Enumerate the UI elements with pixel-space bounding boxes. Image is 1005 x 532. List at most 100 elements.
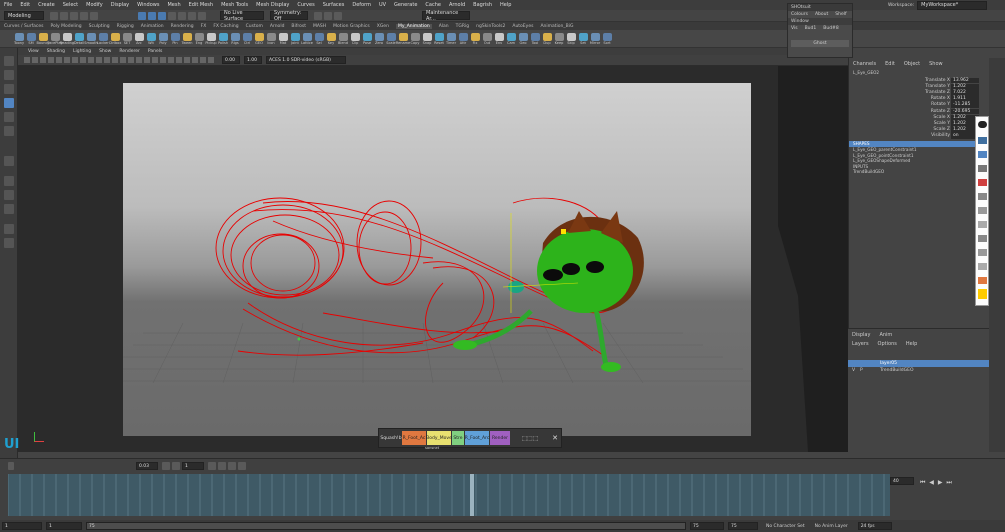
scale-tool-icon[interactable] bbox=[4, 126, 14, 136]
new-scene-icon[interactable] bbox=[50, 11, 58, 20]
tab-mash[interactable]: MASH bbox=[313, 24, 326, 29]
shelf-button[interactable]: Sort bbox=[602, 32, 612, 45]
select-hierarchy-icon[interactable] bbox=[138, 11, 146, 20]
time-field-a[interactable]: 0.03 bbox=[136, 461, 158, 470]
shelf-button[interactable]: Cam bbox=[506, 32, 516, 45]
tab-custom[interactable]: Custom bbox=[246, 24, 263, 29]
menu-uv[interactable]: UV bbox=[379, 2, 386, 8]
isolate-icon[interactable] bbox=[176, 57, 182, 63]
camera-view[interactable] bbox=[123, 83, 751, 436]
shelf-button[interactable]: Rigs bbox=[230, 32, 240, 45]
playback-controls[interactable]: ⏮ ◀ ▶ ⏭ bbox=[920, 479, 953, 487]
workspace-dropdown[interactable]: MyWorkspace* bbox=[917, 0, 988, 10]
tab-sculpting[interactable]: Sculpting bbox=[89, 24, 110, 29]
tween-icon[interactable] bbox=[238, 461, 246, 470]
layer-row[interactable]: layer05 bbox=[848, 360, 1005, 367]
single-view-icon[interactable] bbox=[4, 156, 14, 166]
hud-chip-r-foot-arc[interactable]: R_Foot_Arc bbox=[465, 431, 489, 445]
tab-animation[interactable]: Animation bbox=[141, 24, 164, 29]
menu-select[interactable]: Select bbox=[63, 2, 78, 8]
shelf-button[interactable]: Fix bbox=[470, 32, 480, 45]
render-icon[interactable] bbox=[314, 11, 322, 20]
renderer-dropdown[interactable]: Maintenance Ar... bbox=[422, 10, 470, 22]
tab-animation-big[interactable]: Animation_BiG bbox=[540, 24, 573, 29]
shelf-button[interactable]: Mirror bbox=[590, 32, 600, 45]
ambient-occlusion-icon[interactable] bbox=[144, 57, 150, 63]
hud-chip-r-foot-ac[interactable]: R_Foot_Ac bbox=[402, 431, 426, 445]
ipr-icon[interactable] bbox=[324, 11, 332, 20]
smooth-shade-icon[interactable] bbox=[112, 57, 118, 63]
layer-menu-options[interactable]: Options bbox=[878, 341, 897, 347]
anim-end-field[interactable]: 75 bbox=[728, 522, 758, 530]
shelf-button[interactable]: Detail bbox=[74, 32, 84, 45]
range-start-field[interactable]: 1 bbox=[2, 522, 42, 530]
shelf-button[interactable]: Wit bbox=[146, 32, 156, 45]
tab-xgen[interactable]: XGen bbox=[377, 24, 389, 29]
xray-joints-icon[interactable] bbox=[192, 57, 198, 63]
color-yellow-swatch[interactable] bbox=[978, 289, 987, 299]
menu-bagrish[interactable]: Bagrish bbox=[473, 2, 492, 8]
colorspace-dropdown[interactable]: ACES 1.0 SDR-video (sRGB) bbox=[266, 56, 346, 64]
shelf-button[interactable]: Set bbox=[578, 32, 588, 45]
shelf-button[interactable]: Lattice bbox=[301, 32, 313, 45]
tab-autoeyes[interactable]: AutoEyes bbox=[512, 24, 533, 29]
shadows-icon[interactable] bbox=[136, 57, 142, 63]
shape-icon[interactable] bbox=[978, 221, 987, 228]
shelf-button[interactable]: SM bbox=[26, 32, 36, 45]
range-slider-bar[interactable]: 75 bbox=[86, 522, 686, 530]
layer-menu-layers[interactable]: Layers bbox=[852, 341, 869, 347]
shelf-button[interactable]: Ctrlbox bbox=[109, 32, 121, 45]
shelf-button[interactable]: Eng bbox=[194, 32, 204, 45]
hud-chip-render[interactable]: Render bbox=[490, 431, 510, 445]
shelf-button[interactable]: Locker bbox=[97, 32, 109, 45]
anim-layer-dropdown[interactable]: No Anim Layer bbox=[815, 524, 848, 529]
time-field-b[interactable]: 1 bbox=[182, 461, 204, 470]
popup-menu-about[interactable]: About bbox=[815, 12, 828, 17]
menu-edit[interactable]: Edit bbox=[20, 2, 30, 8]
menu-cache[interactable]: Cache bbox=[425, 2, 441, 8]
playback-end-field[interactable]: 75 bbox=[690, 522, 724, 530]
shelf-button[interactable]: Pose bbox=[362, 32, 372, 45]
popup-menu-colours[interactable]: Colours bbox=[791, 12, 808, 17]
tab-my-animation[interactable]: My_Animation bbox=[395, 23, 432, 29]
pen-icon[interactable] bbox=[978, 165, 987, 172]
shelf-button[interactable]: Copy bbox=[410, 32, 420, 45]
pin-icon[interactable] bbox=[978, 121, 987, 128]
paint-tool-icon[interactable] bbox=[4, 84, 14, 94]
eraser-icon[interactable] bbox=[978, 207, 987, 214]
search-icon[interactable] bbox=[4, 238, 14, 248]
select-component-icon[interactable] bbox=[158, 11, 166, 20]
layer-row[interactable]: V P TrendBuildGEO bbox=[848, 367, 1005, 374]
u-icon[interactable] bbox=[8, 461, 14, 470]
hud-chip-body-move[interactable]: Body_Move bbox=[426, 431, 452, 445]
shelf-button[interactable]: Toony bbox=[14, 32, 24, 45]
cb-menu-edit[interactable]: Edit bbox=[885, 61, 895, 67]
shelf-button[interactable]: Reading bbox=[60, 32, 74, 45]
shelf-button[interactable]: Snap bbox=[422, 32, 432, 45]
eye-icon[interactable] bbox=[978, 137, 987, 144]
panel-menu-shading[interactable]: Shading bbox=[47, 49, 65, 54]
shelf-button[interactable]: Tool bbox=[530, 32, 540, 45]
snap-grid-icon[interactable] bbox=[168, 11, 176, 20]
tab-rendering[interactable]: Rendering bbox=[171, 24, 194, 29]
snap-point-icon[interactable] bbox=[188, 11, 196, 20]
hud-chip-stre[interactable]: Stre bbox=[452, 431, 464, 445]
menu-generate[interactable]: Generate bbox=[394, 2, 417, 8]
shelf-button[interactable]: Blend bbox=[338, 32, 348, 45]
popup-vis[interactable]: Vis bbox=[791, 26, 798, 31]
symmetry-dropdown[interactable]: Symmetry: Off bbox=[270, 10, 308, 22]
hud-chip-squash[interactable]: Squash!b bbox=[380, 431, 401, 445]
shelf-button[interactable]: Joint bbox=[290, 32, 300, 45]
plus-icon[interactable] bbox=[162, 461, 170, 470]
safe-action-icon[interactable] bbox=[88, 57, 94, 63]
gamma-field[interactable]: 1.00 bbox=[244, 56, 262, 64]
shelf-button[interactable]: Timer bbox=[446, 32, 456, 45]
shelf-button[interactable]: Arc bbox=[134, 32, 144, 45]
menu-arnold[interactable]: Arnold bbox=[449, 2, 465, 8]
popup-bud8[interactable]: Bud#8 bbox=[823, 26, 838, 31]
film-gate-icon[interactable] bbox=[56, 57, 62, 63]
shelf-button[interactable]: Geo bbox=[518, 32, 528, 45]
shelf-button[interactable]: Zero bbox=[374, 32, 384, 45]
layer-name[interactable]: TrendBuildGEO bbox=[880, 368, 913, 373]
exposure-field[interactable]: 0.00 bbox=[222, 56, 240, 64]
